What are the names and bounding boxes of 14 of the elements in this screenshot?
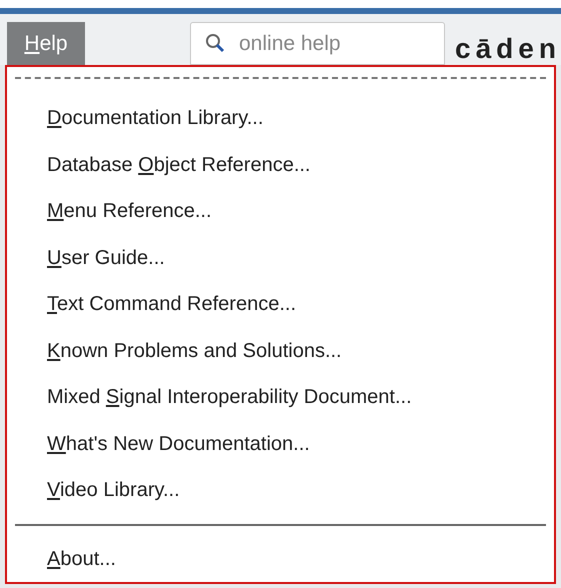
menu-item[interactable]: About... <box>7 536 554 582</box>
menu-item[interactable]: Mixed Signal Interoperability Document... <box>7 374 554 420</box>
menu-item[interactable]: Menu Reference... <box>7 188 554 234</box>
menu-item[interactable]: Known Problems and Solutions... <box>7 328 554 374</box>
menu-item[interactable]: User Guide... <box>7 234 554 281</box>
search-icon <box>204 32 226 54</box>
menu-item[interactable]: Documentation Library... <box>7 95 554 142</box>
search-field[interactable]: online help <box>190 22 445 65</box>
menu-item[interactable]: Database Object Reference... <box>7 142 554 188</box>
menu-item[interactable]: Text Command Reference... <box>7 281 554 328</box>
help-menu[interactable]: Help <box>7 22 85 65</box>
menu-item[interactable]: Video Library... <box>7 467 554 514</box>
menu-item[interactable]: What's New Documentation... <box>7 420 554 467</box>
logo: cāden <box>455 32 561 66</box>
